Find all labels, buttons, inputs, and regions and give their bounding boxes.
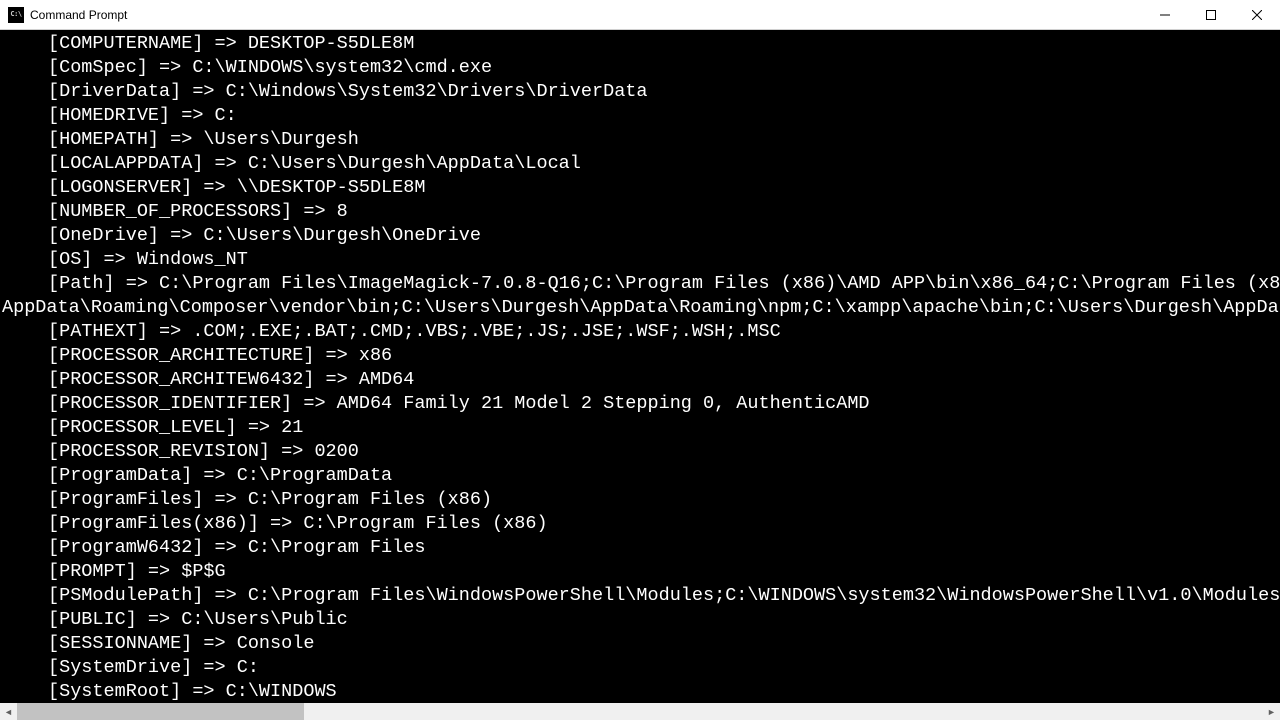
titlebar[interactable]: Command Prompt bbox=[0, 0, 1280, 30]
minimize-button[interactable] bbox=[1142, 0, 1188, 29]
terminal-line: [HOMEPATH] => \Users\Durgesh bbox=[2, 128, 1280, 152]
terminal-line: [PATHEXT] => .COM;.EXE;.BAT;.CMD;.VBS;.V… bbox=[2, 320, 1280, 344]
terminal-output[interactable]: [COMPUTERNAME] => DESKTOP-S5DLE8M[ComSpe… bbox=[0, 30, 1280, 703]
terminal-line: [SESSIONNAME] => Console bbox=[2, 632, 1280, 656]
horizontal-scrollbar[interactable]: ◄ ► bbox=[0, 703, 1280, 720]
terminal-line: [NUMBER_OF_PROCESSORS] => 8 bbox=[2, 200, 1280, 224]
terminal-line: [OS] => Windows_NT bbox=[2, 248, 1280, 272]
terminal-line: [DriverData] => C:\Windows\System32\Driv… bbox=[2, 80, 1280, 104]
terminal-line: [LOGONSERVER] => \\DESKTOP-S5DLE8M bbox=[2, 176, 1280, 200]
terminal-line: [PROCESSOR_ARCHITECTURE] => x86 bbox=[2, 344, 1280, 368]
chevron-right-icon: ► bbox=[1267, 707, 1276, 717]
terminal-line: [SystemRoot] => C:\WINDOWS bbox=[2, 680, 1280, 703]
maximize-button[interactable] bbox=[1188, 0, 1234, 29]
terminal-line: [PROCESSOR_ARCHITEW6432] => AMD64 bbox=[2, 368, 1280, 392]
chevron-left-icon: ◄ bbox=[4, 707, 13, 717]
minimize-icon bbox=[1160, 10, 1170, 20]
terminal-line: [ProgramW6432] => C:\Program Files bbox=[2, 536, 1280, 560]
scroll-right-button[interactable]: ► bbox=[1263, 703, 1280, 720]
terminal-line: [ComSpec] => C:\WINDOWS\system32\cmd.exe bbox=[2, 56, 1280, 80]
terminal-line: [PSModulePath] => C:\Program Files\Windo… bbox=[2, 584, 1280, 608]
terminal-area: [COMPUTERNAME] => DESKTOP-S5DLE8M[ComSpe… bbox=[0, 30, 1280, 720]
terminal-line: [PUBLIC] => C:\Users\Public bbox=[2, 608, 1280, 632]
terminal-line: [HOMEDRIVE] => C: bbox=[2, 104, 1280, 128]
app-icon bbox=[8, 7, 24, 23]
scrollbar-thumb[interactable] bbox=[17, 703, 304, 720]
terminal-line: [LOCALAPPDATA] => C:\Users\Durgesh\AppDa… bbox=[2, 152, 1280, 176]
terminal-line: [PROMPT] => $P$G bbox=[2, 560, 1280, 584]
window-title: Command Prompt bbox=[30, 8, 1142, 22]
terminal-line: [COMPUTERNAME] => DESKTOP-S5DLE8M bbox=[2, 32, 1280, 56]
window-controls bbox=[1142, 0, 1280, 29]
terminal-line: [OneDrive] => C:\Users\Durgesh\OneDrive bbox=[2, 224, 1280, 248]
terminal-line: [PROCESSOR_IDENTIFIER] => AMD64 Family 2… bbox=[2, 392, 1280, 416]
maximize-icon bbox=[1206, 10, 1216, 20]
terminal-line: AppData\Roaming\Composer\vendor\bin;C:\U… bbox=[2, 296, 1280, 320]
close-button[interactable] bbox=[1234, 0, 1280, 29]
terminal-line: [ProgramData] => C:\ProgramData bbox=[2, 464, 1280, 488]
scrollbar-track[interactable] bbox=[17, 703, 1263, 720]
terminal-line: [ProgramFiles(x86)] => C:\Program Files … bbox=[2, 512, 1280, 536]
close-icon bbox=[1252, 10, 1262, 20]
terminal-line: [ProgramFiles] => C:\Program Files (x86) bbox=[2, 488, 1280, 512]
scroll-left-button[interactable]: ◄ bbox=[0, 703, 17, 720]
terminal-line: [SystemDrive] => C: bbox=[2, 656, 1280, 680]
terminal-line: [Path] => C:\Program Files\ImageMagick-7… bbox=[2, 272, 1280, 296]
terminal-line: [PROCESSOR_LEVEL] => 21 bbox=[2, 416, 1280, 440]
terminal-line: [PROCESSOR_REVISION] => 0200 bbox=[2, 440, 1280, 464]
